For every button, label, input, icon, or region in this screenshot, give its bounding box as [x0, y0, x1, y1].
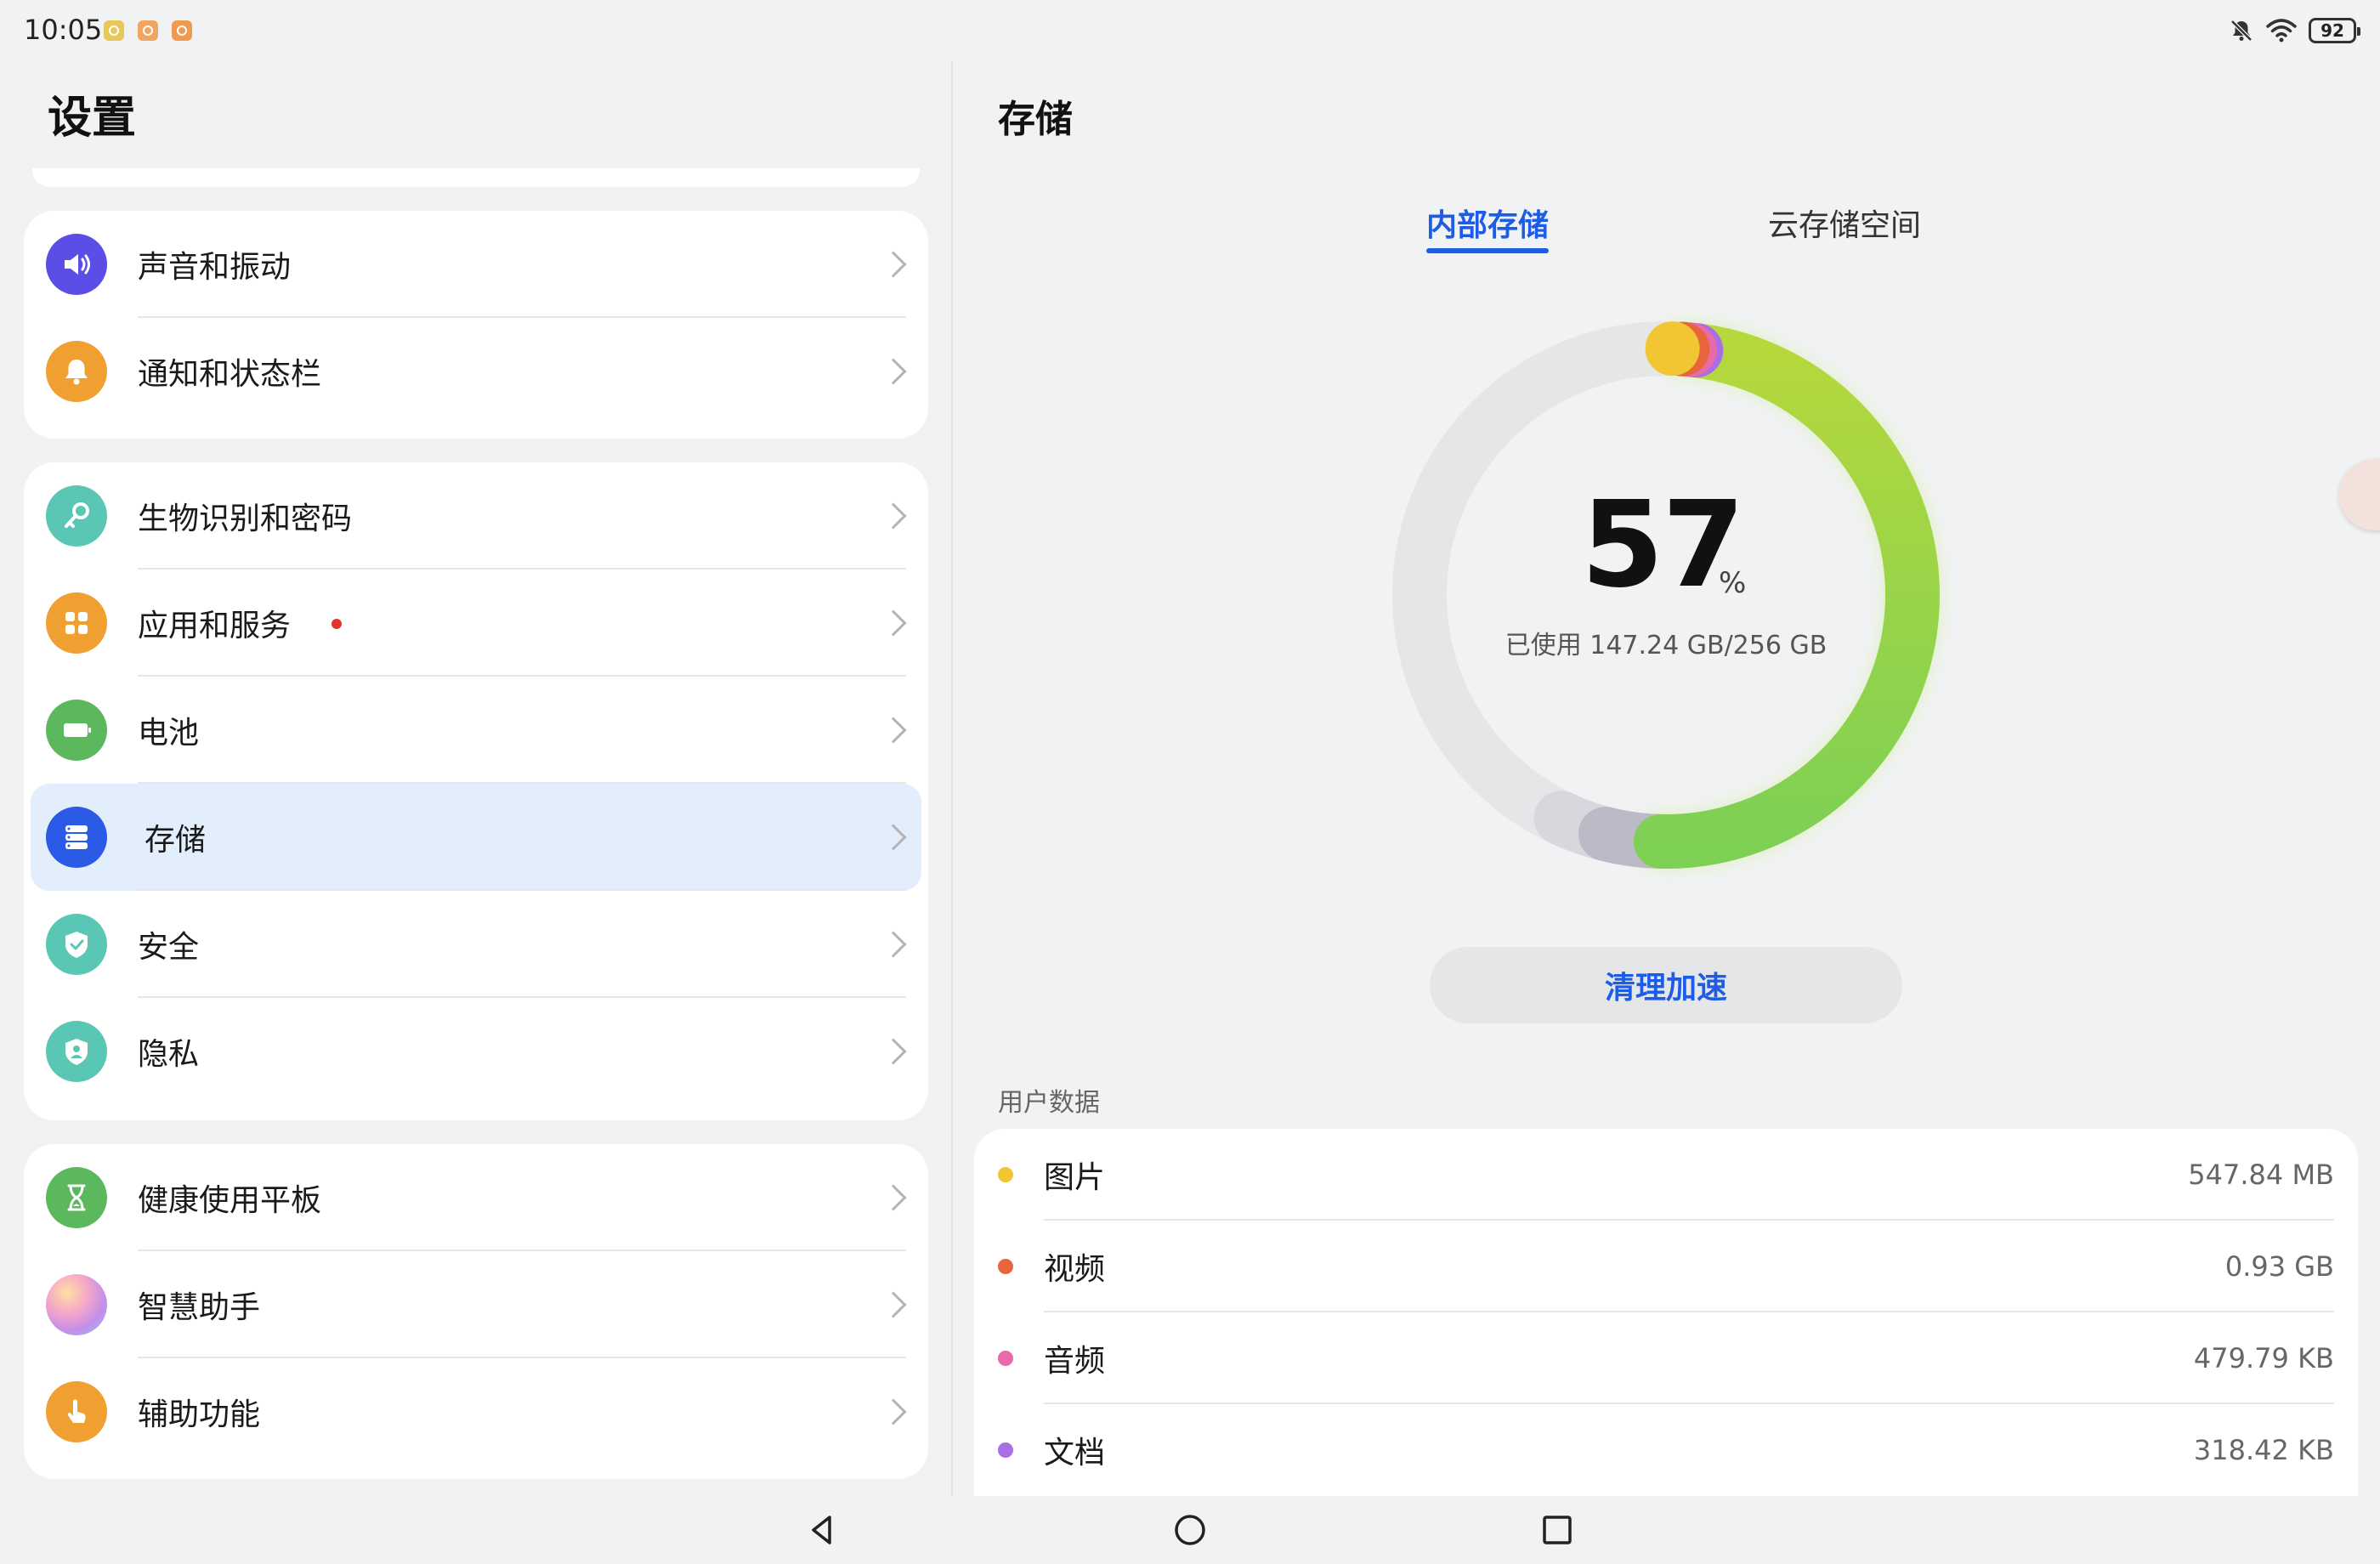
app-notification-icon: [104, 20, 124, 41]
apps-icon: [46, 592, 107, 654]
new-badge-dot: [332, 619, 342, 629]
chevron-right-icon: [880, 931, 907, 958]
category-color-dot: [998, 1259, 1013, 1274]
assistant-icon: [46, 1274, 107, 1335]
settings-item-label: 应用和服务: [138, 609, 292, 643]
notification-off-icon: [2230, 20, 2252, 42]
user-data-item[interactable]: 视频 0.93 GB: [974, 1221, 2358, 1312]
speaker-icon: [46, 234, 107, 295]
recents-icon[interactable]: [1537, 1510, 1578, 1550]
hand-icon: [46, 1381, 107, 1442]
user-data-size: 0.93 GB: [2224, 1250, 2334, 1283]
chevron-right-icon: [880, 609, 907, 637]
settings-item-label: 隐私: [138, 1037, 200, 1072]
app-notification-icon: [138, 20, 158, 41]
settings-item-label: 生物识别和密码: [138, 502, 353, 536]
wifi-icon: [2266, 19, 2297, 42]
privacy-shield-icon: [46, 1021, 107, 1082]
usage-used-label: 已使用 147.24 GB/256 GB: [1504, 631, 1828, 660]
settings-item[interactable]: 存储: [31, 784, 921, 891]
user-data-size: 479.79 KB: [2193, 1342, 2334, 1374]
user-data-label: 音频: [1044, 1344, 1106, 1379]
settings-item-label: 辅助功能: [138, 1397, 261, 1432]
pane-divider: [951, 61, 953, 1498]
hourglass-icon: [46, 1167, 107, 1228]
settings-item-label: 安全: [138, 930, 200, 965]
status-right-group: 92: [2229, 15, 2360, 46]
settings-title: 设置: [48, 93, 137, 144]
settings-item-label: 声音和振动: [138, 250, 292, 285]
category-color-dot: [998, 1442, 1013, 1458]
clean-accelerate-button[interactable]: 清理加速: [1430, 947, 1902, 1023]
tab-internal-storage[interactable]: 内部存储: [1426, 201, 1549, 245]
key-icon: [46, 485, 107, 547]
settings-item[interactable]: 电池: [24, 677, 928, 784]
settings-group-3: 健康使用平板 智慧助手辅助功能: [24, 1144, 928, 1479]
tab-cloud-storage[interactable]: 云存储空间: [1768, 201, 1921, 245]
status-bar: 10:05 92: [0, 0, 2380, 61]
user-data-label: 图片: [1044, 1160, 1106, 1195]
scrolled-card-edge: [32, 168, 920, 187]
storage-title: 存储: [998, 98, 1073, 141]
back-icon[interactable]: [802, 1510, 843, 1550]
settings-item-label: 健康使用平板: [138, 1183, 322, 1218]
settings-item[interactable]: 安全: [24, 891, 928, 998]
settings-item[interactable]: 隐私: [24, 998, 928, 1105]
chevron-right-icon: [880, 1398, 907, 1425]
chevron-right-icon: [880, 358, 907, 385]
user-data-item[interactable]: 图片 547.84 MB: [974, 1129, 2358, 1221]
app-notification-icon: [172, 20, 192, 41]
storage-icon: [46, 807, 107, 868]
user-data-size: 318.42 KB: [2193, 1434, 2334, 1466]
user-data-list: 图片 547.84 MB 视频 0.93 GB 音频 479.79 KB 文档 318.42 …: [974, 1129, 2358, 1496]
user-data-size: 547.84 MB: [2188, 1159, 2334, 1191]
home-icon[interactable]: [1170, 1510, 1210, 1550]
navigation-bar: [0, 1496, 2380, 1564]
chevron-right-icon: [880, 717, 907, 744]
settings-item-label: 存储: [144, 823, 207, 858]
settings-group-2: 生物识别和密码 应用和服务电池存储安全隐私: [24, 462, 928, 1120]
chevron-right-icon: [880, 1184, 907, 1211]
battery-level: 92: [2320, 20, 2344, 41]
battery-icon: 92: [2309, 18, 2360, 43]
chevron-right-icon: [880, 824, 907, 851]
settings-item[interactable]: 通知和状态栏: [24, 318, 928, 425]
user-data-item[interactable]: 文档 318.42 KB: [974, 1404, 2358, 1496]
settings-item[interactable]: 应用和服务: [24, 570, 928, 677]
chevron-right-icon: [880, 502, 907, 530]
bell-icon: [46, 341, 107, 402]
settings-item-label: 电池: [138, 716, 200, 751]
chevron-right-icon: [880, 1291, 907, 1318]
category-color-dot: [998, 1351, 1013, 1366]
active-tab-indicator: [1426, 248, 1549, 253]
battery-icon: [46, 700, 107, 761]
status-time: 10:05: [24, 14, 103, 46]
floating-ball-handle[interactable]: [2339, 459, 2380, 530]
settings-item[interactable]: 智慧助手: [24, 1251, 928, 1358]
user-data-label: 视频: [1044, 1252, 1106, 1287]
settings-item[interactable]: 生物识别和密码: [24, 462, 928, 570]
settings-item[interactable]: 健康使用平板: [24, 1144, 928, 1251]
user-data-label: 文档: [1044, 1436, 1106, 1470]
settings-item[interactable]: 辅助功能: [24, 1358, 928, 1465]
shield-check-icon: [46, 914, 107, 975]
ring-images-cap: [1645, 321, 1700, 377]
user-data-item[interactable]: 音频 479.79 KB: [974, 1312, 2358, 1404]
settings-item[interactable]: 声音和振动: [24, 211, 928, 318]
usage-percent-sign: %: [1719, 566, 1747, 600]
chevron-right-icon: [880, 251, 907, 278]
settings-item-label: 通知和状态栏: [138, 357, 322, 392]
settings-group-1: 声音和振动通知和状态栏: [24, 211, 928, 439]
user-data-section-label: 用户数据: [998, 1088, 1100, 1118]
settings-item-label: 智慧助手: [138, 1290, 261, 1325]
chevron-right-icon: [880, 1038, 907, 1065]
category-color-dot: [998, 1167, 1013, 1182]
